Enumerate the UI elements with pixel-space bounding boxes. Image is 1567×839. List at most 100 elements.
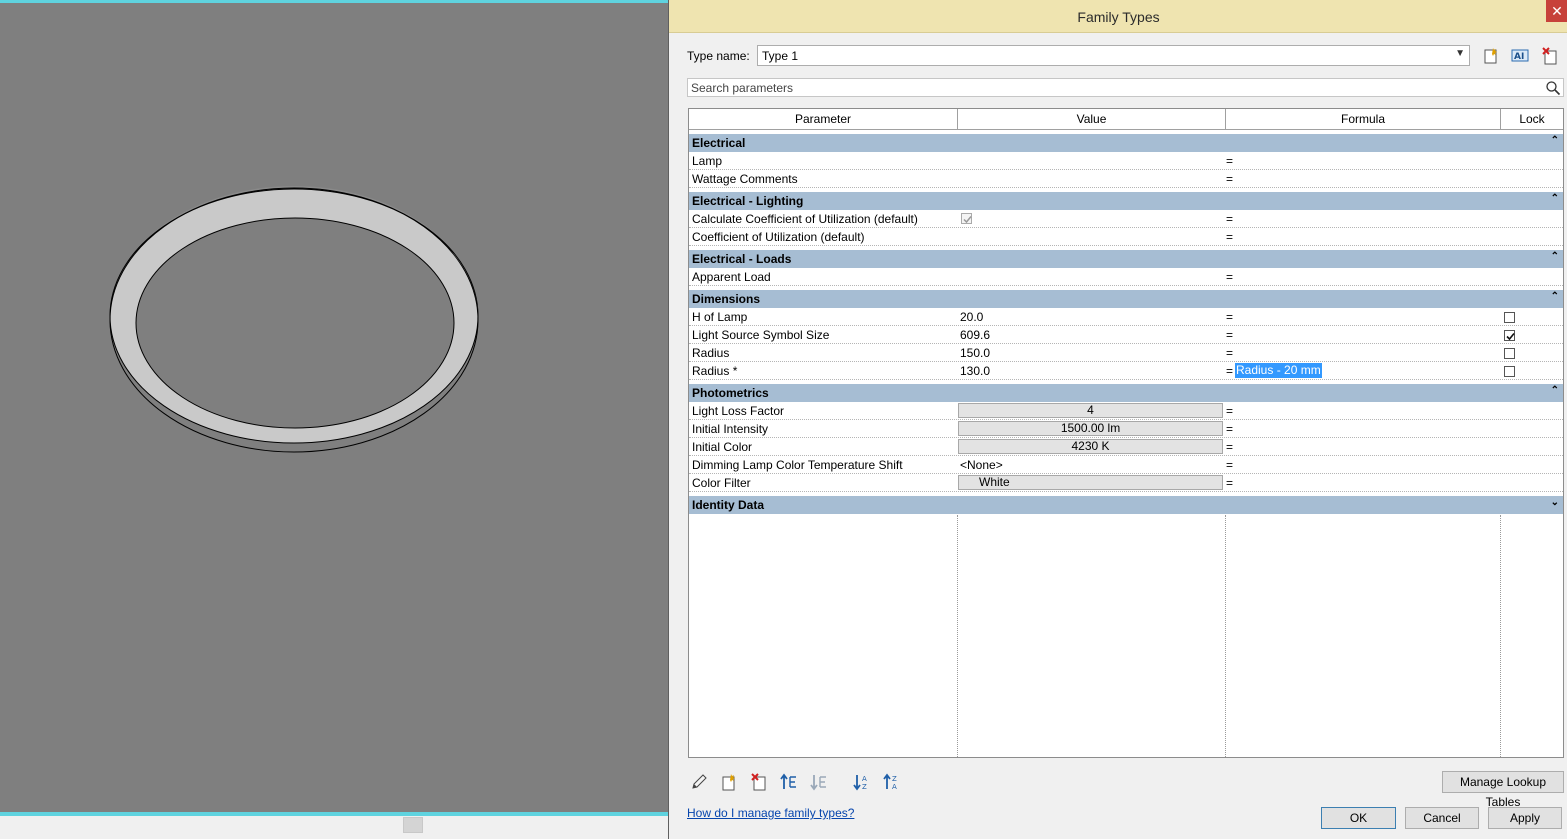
formula-cell[interactable]: =	[1226, 328, 1233, 342]
close-button[interactable]: ✕	[1546, 0, 1567, 22]
lock-checkbox[interactable]	[1504, 330, 1515, 341]
svg-text:Z: Z	[862, 783, 867, 791]
rename-type-icon[interactable]: AI	[1510, 46, 1530, 66]
type-name-label: Type name:	[687, 49, 750, 63]
parameters-grid[interactable]: Parameter Value Formula Lock Electrical …	[688, 108, 1564, 758]
formula-cell[interactable]: =	[1226, 476, 1233, 490]
formula-cell[interactable]: =	[1226, 270, 1233, 284]
formula-cell[interactable]: =	[1226, 154, 1233, 168]
viewport-scroll-thumb[interactable]	[403, 817, 423, 833]
model-viewport[interactable]	[0, 0, 668, 839]
type-name-value: Type 1	[762, 49, 799, 63]
parameter-row-h-of-lamp[interactable]: H of Lamp 20.0 =	[689, 308, 1563, 326]
chevron-down-icon: ▼	[1455, 48, 1465, 59]
group-electrical[interactable]: Electrical ⌃	[689, 134, 1563, 152]
collapse-chevron-icon[interactable]: ⌃	[1551, 385, 1559, 396]
search-parameters-input[interactable]: Search parameters	[687, 78, 1564, 97]
initial-color-button[interactable]: 4230 K	[958, 439, 1223, 454]
viewport-scrollbar[interactable]	[0, 816, 668, 839]
formula-cell[interactable]: =	[1226, 310, 1233, 324]
expand-chevron-icon[interactable]: ⌄	[1551, 497, 1559, 508]
group-label: Electrical	[692, 136, 746, 150]
formula-input-selected[interactable]: Radius - 20 mm	[1235, 363, 1322, 378]
search-placeholder: Search parameters	[691, 81, 794, 95]
new-parameter-icon[interactable]	[719, 772, 739, 792]
group-electrical-lighting[interactable]: Electrical - Lighting ⌃	[689, 192, 1563, 210]
family-types-dialog: Family Types ✕ Type name: Type 1 ▼ AI Se…	[668, 0, 1567, 839]
lock-checkbox[interactable]	[1504, 348, 1515, 359]
lock-checkbox[interactable]	[1504, 312, 1515, 323]
parameter-row-initial-intensity[interactable]: Initial Intensity 1500.00 lm =	[689, 420, 1563, 438]
formula-cell[interactable]: =	[1226, 212, 1233, 226]
move-up-icon[interactable]	[779, 772, 799, 792]
parameter-row-dimming-shift[interactable]: Dimming Lamp Color Temperature Shift <No…	[689, 456, 1563, 474]
lamp-model-preview	[109, 186, 479, 453]
parameter-row-radius[interactable]: Radius 150.0 =	[689, 344, 1563, 362]
column-header-lock[interactable]: Lock	[1501, 109, 1563, 130]
group-electrical-loads[interactable]: Electrical - Loads ⌃	[689, 250, 1563, 268]
formula-cell[interactable]: =	[1226, 346, 1233, 360]
parameter-name: Coefficient of Utilization (default)	[692, 230, 865, 244]
parameter-name: Color Filter	[692, 476, 751, 490]
parameter-name: Lamp	[692, 154, 723, 168]
parameter-row-radius-star[interactable]: Radius * 130.0 = Radius - 20 mm	[689, 362, 1563, 380]
svg-text:A: A	[862, 775, 867, 783]
formula-cell[interactable]: =	[1226, 458, 1233, 472]
search-icon	[1545, 80, 1561, 99]
column-header-value[interactable]: Value	[958, 109, 1226, 130]
parameter-row-light-loss-factor[interactable]: Light Loss Factor 4 =	[689, 402, 1563, 420]
edit-parameter-icon[interactable]	[689, 772, 709, 792]
collapse-chevron-icon[interactable]: ⌃	[1551, 291, 1559, 302]
group-dimensions[interactable]: Dimensions ⌃	[689, 290, 1563, 308]
delete-parameter-icon[interactable]	[749, 772, 769, 792]
parameter-row-apparent-load[interactable]: Apparent Load =	[689, 268, 1563, 286]
lock-checkbox[interactable]	[1504, 366, 1515, 377]
value-cell[interactable]: <None>	[960, 458, 1003, 472]
value-cell[interactable]: 20.0	[960, 310, 983, 324]
column-header-formula[interactable]: Formula	[1226, 109, 1501, 130]
formula-cell[interactable]: =	[1226, 364, 1233, 378]
parameter-row-wattage-comments[interactable]: Wattage Comments =	[689, 170, 1563, 188]
collapse-chevron-icon[interactable]: ⌃	[1551, 135, 1559, 146]
help-link[interactable]: How do I manage family types?	[687, 806, 854, 820]
dialog-title-bar[interactable]: Family Types ✕	[669, 0, 1567, 33]
move-down-icon[interactable]	[809, 772, 829, 792]
parameter-row-initial-color[interactable]: Initial Color 4230 K =	[689, 438, 1563, 456]
delete-type-icon[interactable]	[1540, 46, 1560, 66]
manage-lookup-tables-button[interactable]: Manage Lookup Tables	[1442, 771, 1564, 809]
parameter-name: Initial Color	[692, 440, 753, 454]
type-name-dropdown[interactable]: Type 1 ▼	[757, 45, 1470, 66]
formula-cell[interactable]: =	[1226, 172, 1233, 186]
cancel-button[interactable]: Cancel	[1405, 807, 1479, 829]
collapse-chevron-icon[interactable]: ⌃	[1551, 251, 1559, 262]
color-filter-button[interactable]: White	[958, 475, 1223, 490]
column-divider	[1225, 515, 1226, 757]
column-header-parameter[interactable]: Parameter	[689, 109, 958, 130]
formula-cell[interactable]: =	[1226, 230, 1233, 244]
apply-button[interactable]: Apply	[1488, 807, 1562, 829]
column-divider	[1500, 515, 1501, 757]
group-label: Dimensions	[692, 292, 761, 306]
formula-cell[interactable]: =	[1226, 440, 1233, 454]
parameter-name: Calculate Coefficient of Utilization (de…	[692, 212, 918, 226]
group-identity-data[interactable]: Identity Data ⌄	[689, 496, 1563, 514]
calculate-cu-checkbox	[961, 213, 972, 224]
sort-descending-icon[interactable]: ZA	[882, 772, 902, 792]
parameter-row-calculate-cu[interactable]: Calculate Coefficient of Utilization (de…	[689, 210, 1563, 228]
formula-cell[interactable]: =	[1226, 422, 1233, 436]
collapse-chevron-icon[interactable]: ⌃	[1551, 193, 1559, 204]
value-cell[interactable]: 609.6	[960, 328, 990, 342]
parameter-row-color-filter[interactable]: Color Filter White =	[689, 474, 1563, 492]
new-type-icon[interactable]	[1481, 46, 1501, 66]
sort-ascending-icon[interactable]: AZ	[852, 772, 872, 792]
parameter-row-cu[interactable]: Coefficient of Utilization (default) =	[689, 228, 1563, 246]
value-cell[interactable]: 130.0	[960, 364, 990, 378]
group-photometrics[interactable]: Photometrics ⌃	[689, 384, 1563, 402]
ok-button[interactable]: OK	[1321, 807, 1396, 829]
light-loss-factor-button[interactable]: 4	[958, 403, 1223, 418]
formula-cell[interactable]: =	[1226, 404, 1233, 418]
initial-intensity-button[interactable]: 1500.00 lm	[958, 421, 1223, 436]
parameter-row-light-source-symbol-size[interactable]: Light Source Symbol Size 609.6 =	[689, 326, 1563, 344]
value-cell[interactable]: 150.0	[960, 346, 990, 360]
parameter-row-lamp[interactable]: Lamp =	[689, 152, 1563, 170]
